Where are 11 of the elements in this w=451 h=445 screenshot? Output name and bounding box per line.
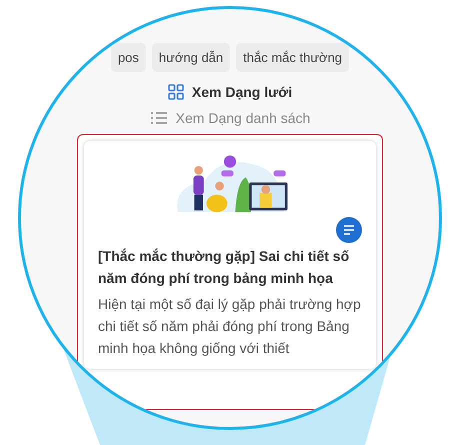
article-card[interactable]: [Thắc mắc thường gặp] Sai chi tiết số năm đóng phí trong bảng minh họa Hiện tại một số đại lý gặp phải trường hợp chi tiết số năm phải đóng phí trong Bảng minh họa không giống với thiết xyxy=(84,141,376,369)
grid-icon xyxy=(168,84,184,100)
lines-icon xyxy=(343,225,355,235)
tag-chip[interactable]: pos xyxy=(110,43,146,72)
list-icon xyxy=(150,111,168,125)
article-title: [Thắc mắc thường gặp] Sai chi tiết số năm đóng phí trong bảng minh họa xyxy=(98,247,350,288)
tag-chip[interactable]: hướng dẫn xyxy=(152,43,230,72)
view-mode-option[interactable]: Xem Dạng lưới xyxy=(164,80,296,104)
article-excerpt: Hiện tại một số đại lý gặp phải trường hợp chi tiết số năm phải đóng phí trong Bảng minh họa không giống với thiết xyxy=(98,295,362,358)
tag-chip[interactable]: thắc mắc thường xyxy=(236,43,350,72)
document-button[interactable] xyxy=(336,217,362,243)
